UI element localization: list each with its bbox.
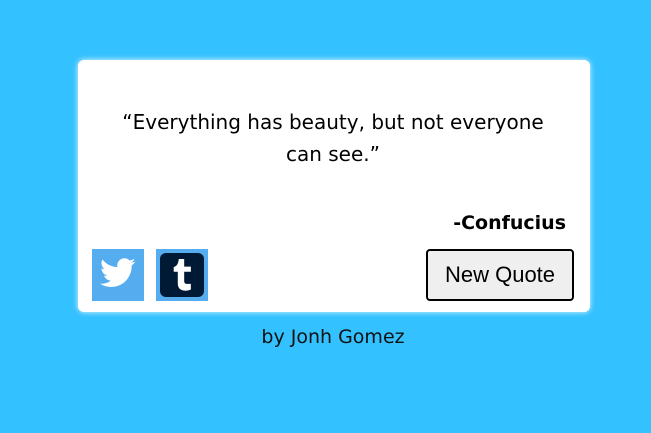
tumblr-icon: [160, 253, 204, 297]
quote-text: “Everything has beauty, but not everyone…: [122, 110, 544, 166]
tweet-button[interactable]: [92, 249, 144, 301]
tumblr-button[interactable]: [156, 249, 208, 301]
quote-card: “Everything has beauty, but not everyone…: [78, 60, 590, 312]
new-quote-button[interactable]: New Quote: [426, 249, 574, 301]
quote-author: -Confucius: [453, 212, 566, 234]
author-credit: by Jonh Gomez: [261, 326, 405, 348]
twitter-icon: [100, 258, 136, 292]
